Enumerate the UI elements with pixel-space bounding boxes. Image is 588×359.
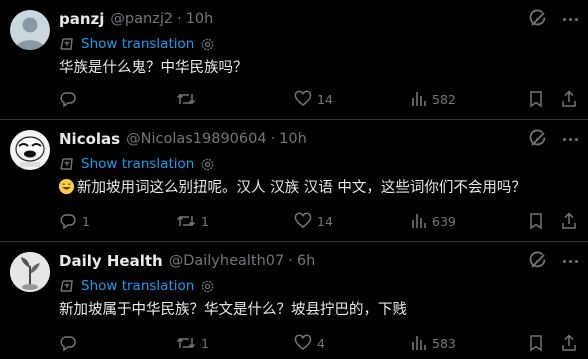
retweet-icon <box>176 215 196 227</box>
reply-feed: panzj @panzj2 · 10h Show translation 华族是… <box>0 0 588 359</box>
view-count: 582 <box>432 91 456 107</box>
tweet-text: 新加坡用词这么别扭呢。汉人 汉族 汉语 中文，这些词你们不会用吗？ <box>58 176 526 197</box>
views-bar-chart-icon <box>412 336 426 350</box>
tweet-text-content: 新加坡属于中华民族？华文是什么？坡县拧巴的，下贱 <box>59 302 407 318</box>
bookmark-button[interactable] <box>528 211 544 231</box>
user-handle[interactable]: @Dailyhealth07 <box>169 253 285 269</box>
retweet-button[interactable]: 1 <box>176 333 209 353</box>
show-translation-label[interactable]: Show translation <box>81 278 194 294</box>
tweet-actions: 1 4 583 <box>59 333 580 353</box>
bookmark-button[interactable] <box>528 333 544 353</box>
bookmark-button[interactable] <box>528 89 544 109</box>
heart-icon <box>294 334 312 350</box>
views-button[interactable]: 583 <box>411 333 456 353</box>
timestamp[interactable]: 10h <box>279 131 307 147</box>
separator-dot: · <box>177 11 182 27</box>
views-bar-chart-icon <box>412 92 426 106</box>
views-button[interactable]: 582 <box>411 89 456 109</box>
avatar[interactable] <box>10 130 50 170</box>
reply-button[interactable] <box>59 333 82 353</box>
tweet-actions: 14 582 <box>59 89 580 109</box>
settings-gear-icon[interactable] <box>200 37 215 52</box>
show-translation-link[interactable]: Show translation <box>59 276 215 296</box>
tweet-text: 华族是什么鬼？中华民族吗？ <box>59 56 248 77</box>
share-icon <box>562 334 576 351</box>
reply-icon <box>60 92 76 108</box>
retweet-icon <box>176 337 196 349</box>
like-count: 14 <box>317 91 333 107</box>
tweet-text: 新加坡属于中华民族？华文是什么？坡县拧巴的，下贱 <box>59 298 407 319</box>
settings-gear-icon[interactable] <box>200 157 215 172</box>
tweet-actions: 1 1 14 639 <box>59 211 580 231</box>
user-handle[interactable]: @panzj2 <box>110 11 173 27</box>
user-handle[interactable]: @Nicolas19890604 <box>126 131 267 147</box>
grok-icon[interactable] <box>528 9 548 29</box>
retweet-count: 1 <box>201 335 209 351</box>
display-name[interactable]: Nicolas <box>59 130 120 148</box>
reply-button[interactable] <box>59 89 82 109</box>
views-button[interactable]: 639 <box>411 211 456 231</box>
tweet-header: Nicolas @Nicolas19890604 · 10h <box>59 129 307 149</box>
share-button[interactable] <box>561 89 577 109</box>
translate-globe-icon <box>60 158 73 170</box>
show-translation-label[interactable]: Show translation <box>81 156 194 172</box>
more-options-icon[interactable] <box>560 130 580 148</box>
avatar[interactable] <box>10 10 50 50</box>
retweet-icon <box>176 93 196 105</box>
share-button[interactable] <box>561 333 577 353</box>
reply-icon <box>60 214 76 230</box>
more-options-icon[interactable] <box>560 10 580 28</box>
view-count: 583 <box>432 335 456 351</box>
tweet-text-content: 华族是什么鬼？中华民族吗？ <box>59 60 248 76</box>
display-name[interactable]: Daily Health <box>59 252 163 270</box>
like-count: 14 <box>317 213 333 229</box>
grinning-sweat-emoji <box>58 178 75 195</box>
retweet-button[interactable] <box>176 89 201 109</box>
avatar[interactable] <box>10 252 50 292</box>
tweet-header: Daily Health @Dailyhealth07 · 6h <box>59 251 315 271</box>
show-translation-link[interactable]: Show translation <box>59 154 215 174</box>
translate-globe-icon <box>60 280 73 292</box>
tweet[interactable]: Daily Health @Dailyhealth07 · 6h Show tr… <box>0 242 588 359</box>
share-icon <box>562 212 576 229</box>
view-count: 639 <box>432 213 456 229</box>
timestamp[interactable]: 6h <box>297 253 315 269</box>
like-button[interactable]: 14 <box>294 211 333 231</box>
grok-icon[interactable] <box>528 129 548 149</box>
settings-gear-icon[interactable] <box>200 279 215 294</box>
tweet[interactable]: panzj @panzj2 · 10h Show translation 华族是… <box>0 0 588 120</box>
reply-button[interactable]: 1 <box>59 211 90 231</box>
bookmark-icon <box>530 213 542 230</box>
like-button[interactable]: 4 <box>294 333 325 353</box>
show-translation-label[interactable]: Show translation <box>81 36 194 52</box>
heart-icon <box>294 90 312 106</box>
display-name[interactable]: panzj <box>59 10 104 28</box>
timestamp[interactable]: 10h <box>186 11 214 27</box>
reply-icon <box>60 336 76 352</box>
grok-icon[interactable] <box>528 251 548 271</box>
heart-icon <box>294 212 312 228</box>
tweet-text-content: 新加坡用词这么别扭呢。汉人 汉族 汉语 中文，这些词你们不会用吗？ <box>77 180 526 196</box>
retweet-button[interactable]: 1 <box>176 211 209 231</box>
like-count: 4 <box>317 335 325 351</box>
bookmark-icon <box>530 335 542 352</box>
separator-dot: · <box>288 253 293 269</box>
reply-count: 1 <box>82 213 90 229</box>
translate-globe-icon <box>60 38 73 50</box>
tweet-header: panzj @panzj2 · 10h <box>59 9 213 29</box>
retweet-count: 1 <box>201 213 209 229</box>
share-icon <box>562 90 576 107</box>
views-bar-chart-icon <box>412 214 426 228</box>
show-translation-link[interactable]: Show translation <box>59 34 215 54</box>
like-button[interactable]: 14 <box>294 89 333 109</box>
separator-dot: · <box>270 131 276 147</box>
tweet[interactable]: Nicolas @Nicolas19890604 · 10h Show tran… <box>0 120 588 242</box>
more-options-icon[interactable] <box>560 252 580 270</box>
share-button[interactable] <box>561 211 577 231</box>
bookmark-icon <box>530 91 542 108</box>
